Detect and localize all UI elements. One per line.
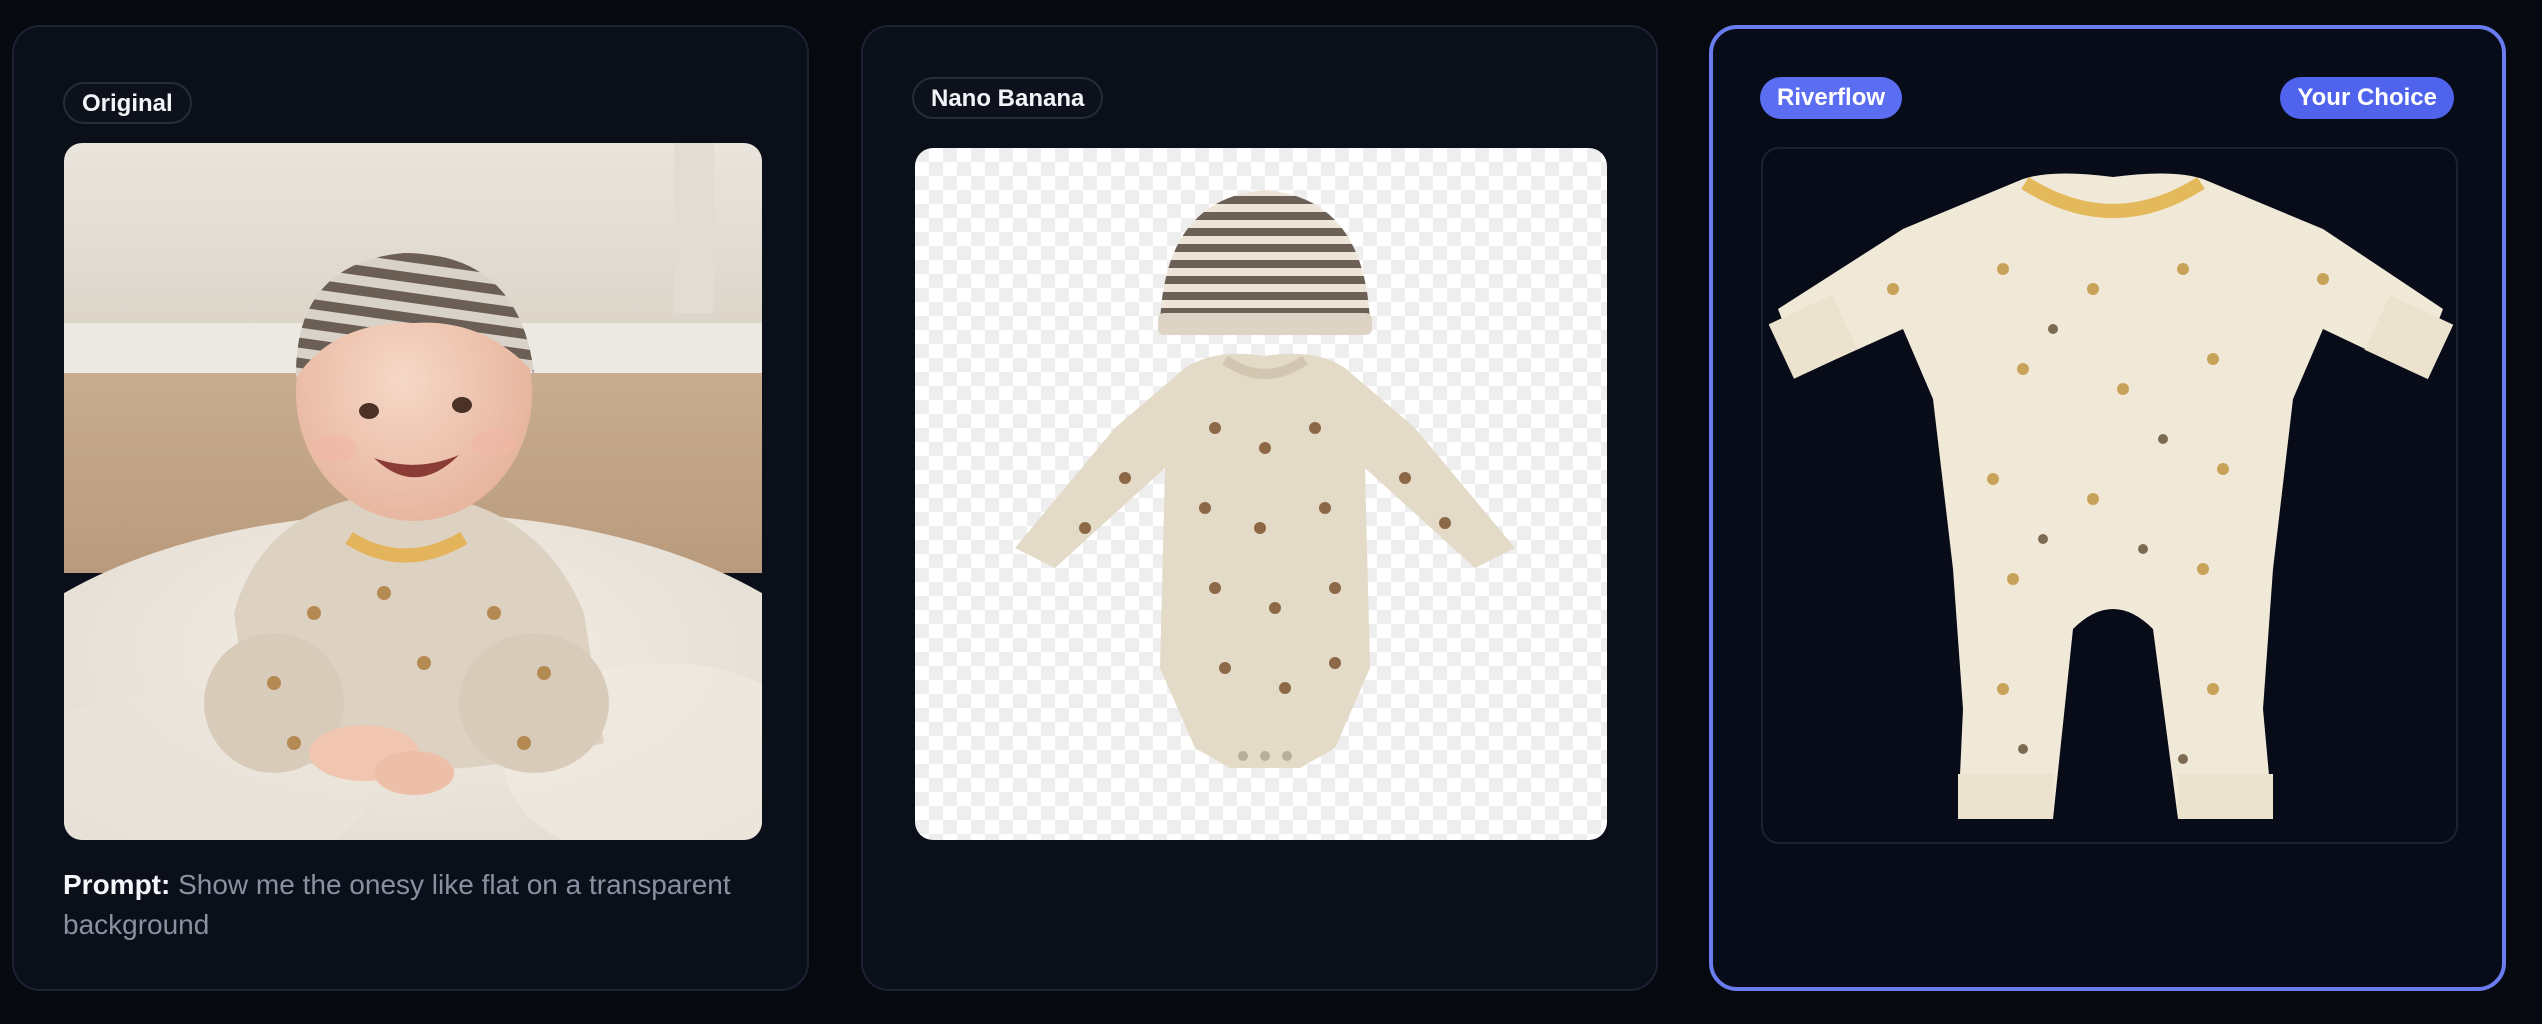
nano-banana-badge: Nano Banana: [912, 77, 1104, 119]
nano-banana-image: [915, 148, 1607, 840]
riverflow-image: [1761, 147, 2458, 844]
riverflow-card[interactable]: Riverflow Your Choice: [1709, 25, 2506, 991]
prompt-text: Prompt: Show me the onesy like flat on a…: [63, 865, 783, 945]
your-choice-badge: Your Choice: [2280, 77, 2454, 119]
prompt-label: Prompt:: [63, 869, 171, 900]
original-badge: Original: [63, 82, 192, 124]
original-image: [64, 143, 762, 840]
original-card[interactable]: Original Prompt: Show me the onesy like …: [12, 25, 809, 991]
nano-banana-card[interactable]: Nano Banana: [861, 25, 1658, 991]
riverflow-badge: Riverflow: [1760, 77, 1903, 119]
